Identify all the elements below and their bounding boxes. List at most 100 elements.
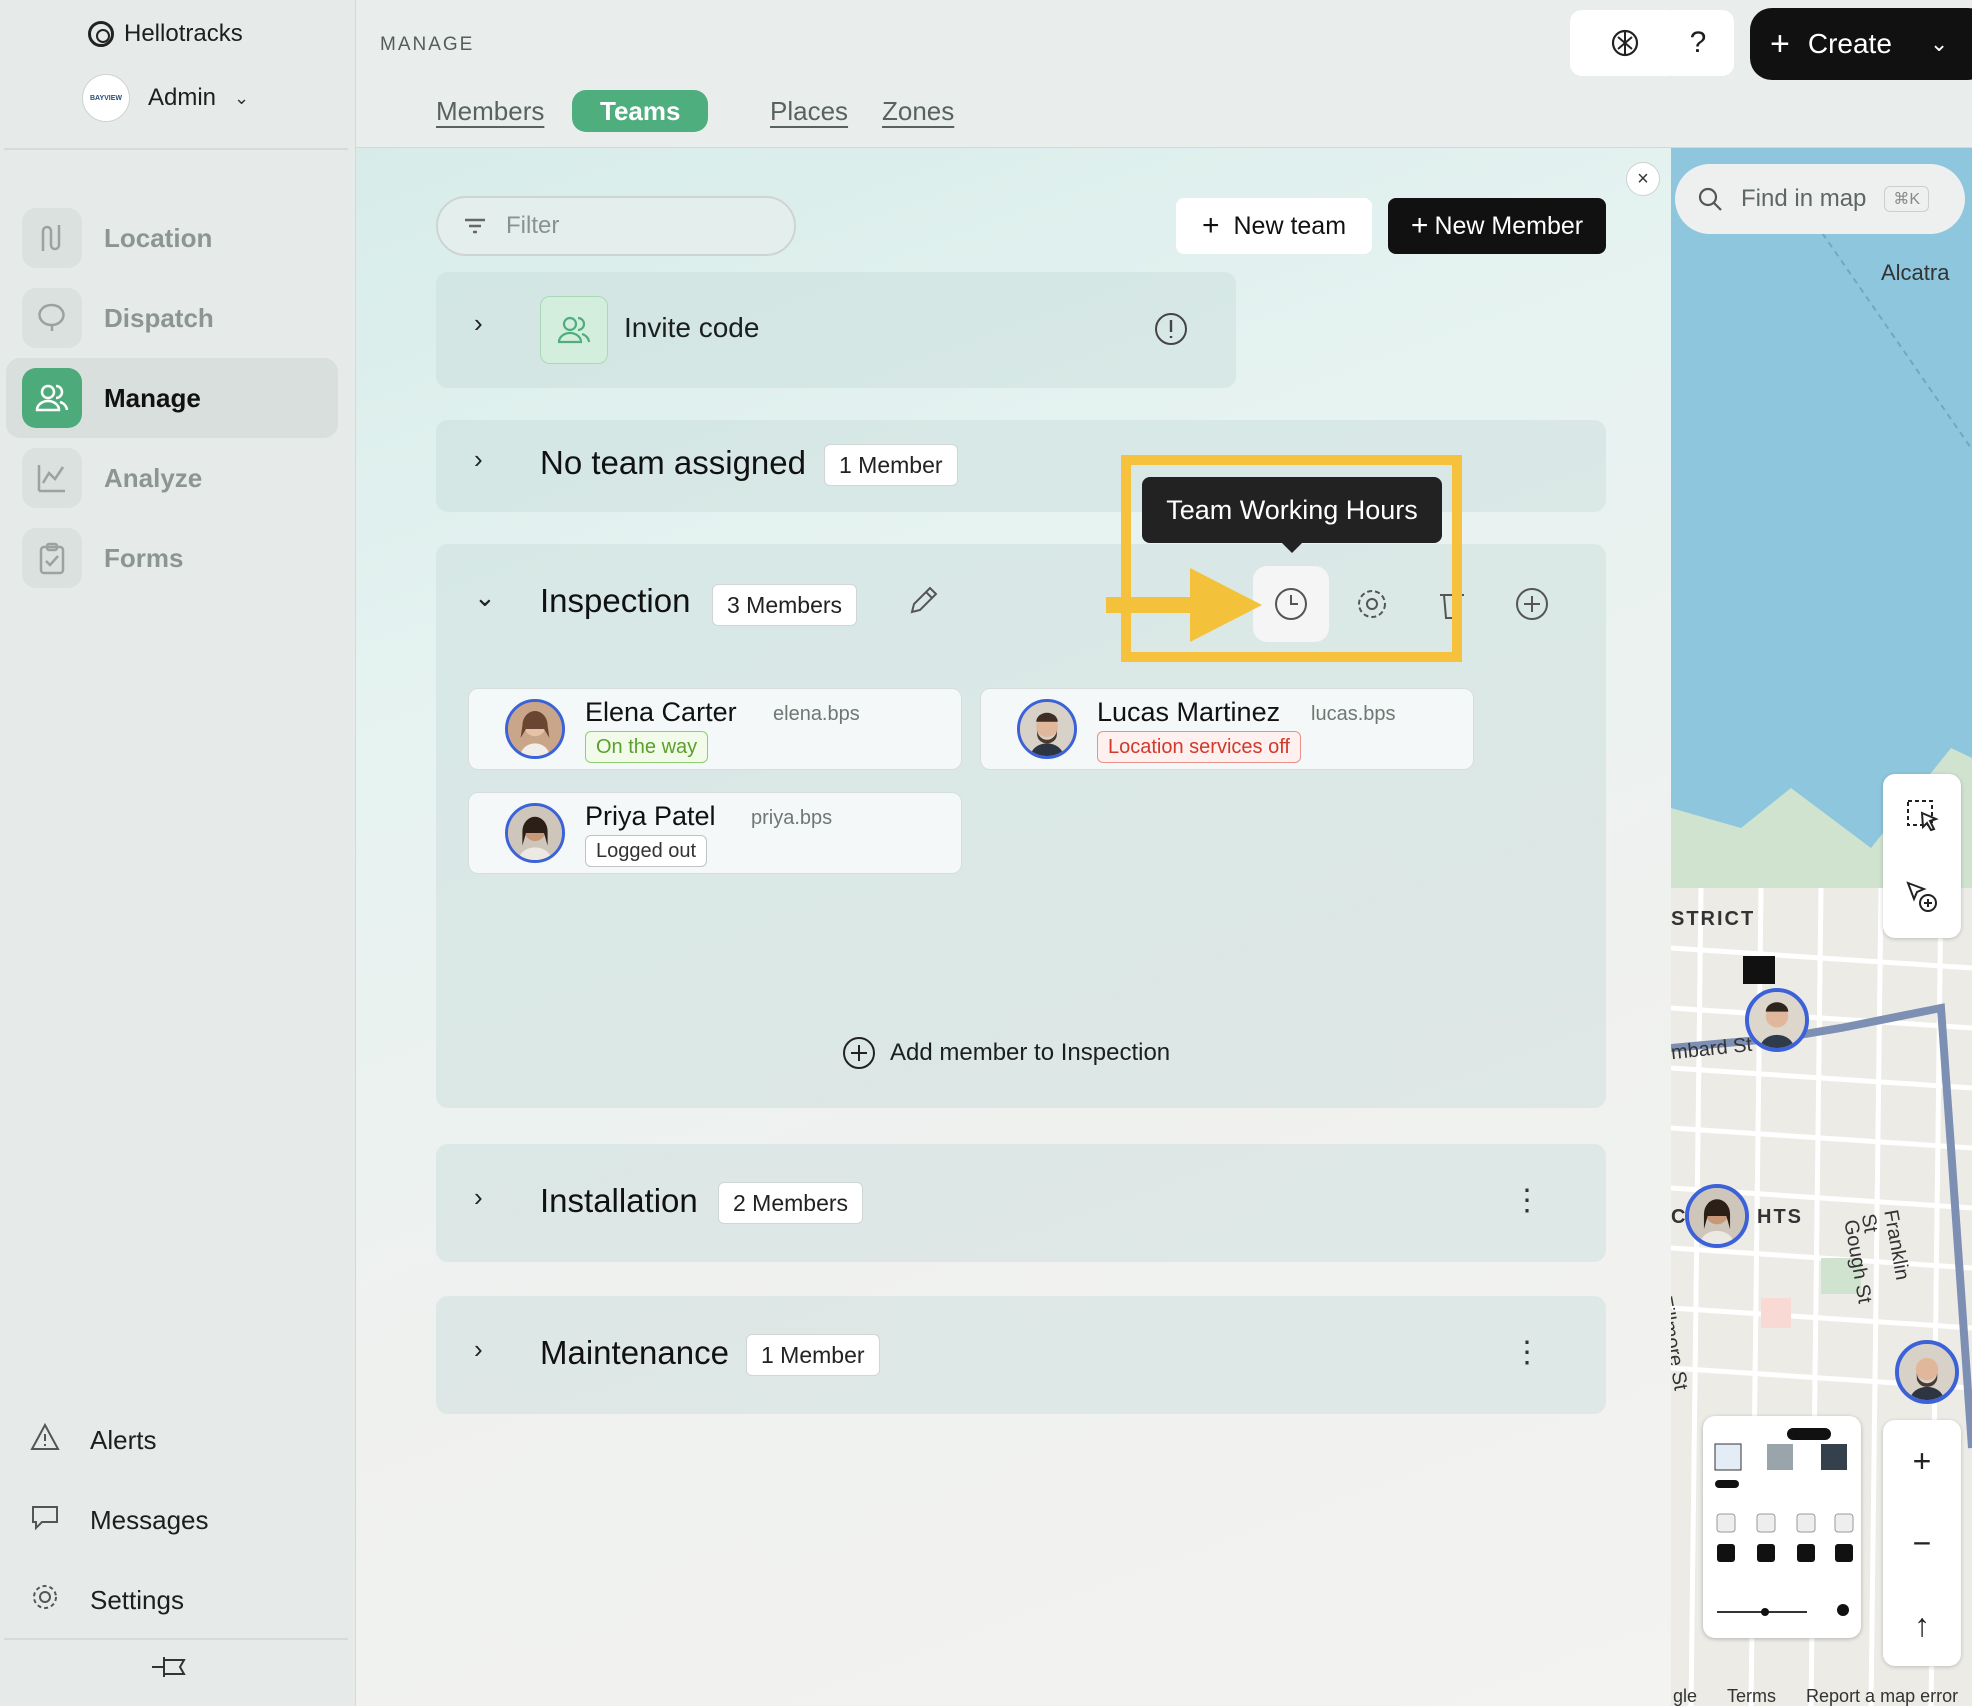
brand-name: Hellotracks (124, 20, 243, 47)
zoom-in-button[interactable]: + (1883, 1420, 1961, 1502)
member-name: Priya Patel (585, 801, 716, 831)
search-icon (1698, 187, 1722, 211)
org-logo-text: BAYVIEW (89, 94, 123, 102)
new-member-label: New Member (1434, 211, 1584, 240)
plus-icon: + (1410, 209, 1429, 242)
close-icon: × (1637, 167, 1649, 190)
map-search-placeholder: Find in map (1741, 185, 1867, 212)
plus-circle-icon (1516, 588, 1548, 620)
member-count-badge: 1 Member (746, 1334, 880, 1376)
member-card-elena[interactable]: Elena Carter elena.bps On the way (468, 688, 962, 770)
member-name: Elena Carter (585, 697, 737, 727)
invite-code-card[interactable]: › Invite code (436, 272, 1236, 388)
create-button[interactable]: + Create ⌄ (1750, 8, 1972, 80)
team-name: No team assigned (540, 444, 806, 481)
arrow-up-icon: ↑ (1914, 1606, 1930, 1643)
sidebar-item-messages[interactable]: Messages (30, 1502, 209, 1539)
chevron-down-icon: ⌄ (1929, 31, 1949, 56)
chevron-down-icon: ⌄ (234, 87, 250, 108)
help-button[interactable]: ? (1662, 10, 1734, 76)
select-area-button[interactable] (1883, 774, 1961, 856)
minus-icon: − (1912, 1524, 1932, 1561)
avatar (505, 803, 565, 863)
member-username: elena.bps (773, 703, 860, 725)
plus-circle-icon (843, 1037, 875, 1069)
tab-members[interactable]: Members (408, 90, 572, 132)
account-switcher[interactable]: BAYVIEW Admin ⌄ (82, 74, 249, 122)
tooltip: Team Working Hours (1142, 477, 1442, 553)
sidebar-item-settings[interactable]: Settings (30, 1582, 184, 1619)
new-team-button[interactable]: + New team (1176, 198, 1372, 254)
org-avatar: BAYVIEW (82, 74, 130, 122)
terms-link[interactable]: Terms (1727, 1686, 1776, 1706)
sidebar-item-label: Dispatch (104, 302, 214, 333)
member-card-priya[interactable]: Priya Patel priya.bps Logged out (468, 792, 962, 874)
map-member-pin[interactable] (1685, 1184, 1749, 1248)
sidebar: Hellotracks BAYVIEW Admin ⌄ Location Dis… (0, 0, 356, 1706)
status-badge: Logged out (585, 835, 708, 867)
chevron-right-icon[interactable]: › (474, 1334, 483, 1365)
top-header: MANAGE Members Teams Places Zones ? + Cr… (356, 0, 1972, 148)
invite-code-label: Invite code (624, 312, 760, 343)
account-name: Admin (148, 84, 217, 111)
tab-zones[interactable]: Zones (854, 90, 982, 132)
team-card-installation[interactable]: › Installation 2 Members ⋮ (436, 1144, 1606, 1262)
member-count-badge: 2 Members (718, 1182, 864, 1224)
member-card-lucas[interactable]: Lucas Martinez lucas.bps Location servic… (980, 688, 1474, 770)
sidebar-item-dispatch[interactable]: Dispatch (6, 278, 338, 358)
map-label: HTS (1757, 1206, 1803, 1228)
member-count-badge: 3 Members (712, 584, 858, 626)
sidebar-item-forms[interactable]: Forms (6, 518, 338, 598)
map-member-pin[interactable] (1745, 988, 1809, 1052)
close-panel-button[interactable]: × (1626, 162, 1660, 196)
chevron-right-icon[interactable]: › (474, 1182, 483, 1213)
edit-pencil-icon[interactable] (906, 584, 940, 623)
team-name: Inspection (540, 582, 691, 619)
team-users-icon (540, 296, 608, 364)
add-to-team-button[interactable] (1494, 566, 1570, 642)
chevron-right-icon[interactable]: › (474, 308, 483, 339)
brand[interactable]: Hellotracks (88, 20, 243, 48)
tab-teams[interactable]: Teams (572, 90, 709, 132)
warning-icon (30, 1422, 60, 1459)
zoom-controls: + − ↑ (1883, 1420, 1961, 1666)
filter-input[interactable]: Filter (436, 196, 796, 256)
chevron-right-icon[interactable]: › (474, 444, 483, 475)
pin-sidebar-button[interactable] (150, 1652, 190, 1687)
report-map-error-link[interactable]: Report a map error (1806, 1686, 1958, 1706)
filter-icon (465, 218, 485, 234)
annotation-arrow (1106, 597, 1196, 613)
chevron-down-icon[interactable]: ⌄ (474, 582, 496, 613)
pin-icon (152, 1657, 186, 1677)
map-member-pin[interactable] (1895, 1340, 1959, 1404)
reset-north-button[interactable]: ↑ (1883, 1584, 1961, 1666)
zoom-out-button[interactable]: − (1883, 1502, 1961, 1584)
add-member-button[interactable]: Add member to Inspection (842, 1036, 1170, 1070)
status-badge: On the way (585, 731, 709, 763)
sidebar-item-analyze[interactable]: Analyze (6, 438, 338, 518)
sidebar-item-alerts[interactable]: Alerts (30, 1422, 156, 1459)
plus-icon: + (1201, 209, 1220, 242)
member-username: priya.bps (751, 807, 833, 829)
member-username: lucas.bps (1311, 703, 1396, 725)
more-options-icon[interactable]: ⋮ (1512, 1338, 1542, 1368)
add-member-label: Add member to Inspection (890, 1039, 1171, 1066)
info-icon[interactable] (1154, 312, 1188, 351)
team-name: Installation (540, 1182, 698, 1219)
plus-icon: + (1770, 24, 1790, 63)
map-label: C (1671, 1206, 1686, 1228)
more-options-icon[interactable]: ⋮ (1512, 1186, 1542, 1216)
map[interactable]: Find in map ⌘K Alcatra STRICT mbard St C… (1671, 148, 1972, 1706)
new-member-button[interactable]: + New Member (1388, 198, 1606, 254)
cursor-plus-icon (1906, 881, 1937, 912)
add-point-button[interactable] (1883, 856, 1961, 938)
map-layers-thumbnail[interactable] (1703, 1416, 1861, 1638)
create-label: Create (1807, 28, 1892, 59)
team-card-maintenance[interactable]: › Maintenance 1 Member ⋮ (436, 1296, 1606, 1414)
sidebar-item-manage[interactable]: Manage (6, 358, 338, 438)
attribution-google: gle (1673, 1686, 1698, 1706)
map-search-input[interactable]: Find in map ⌘K (1675, 164, 1965, 234)
sidebar-item-location[interactable]: Location (6, 198, 338, 278)
chat-icon (30, 1502, 60, 1539)
map-attribution: gle Terms Report a map error (1671, 1686, 1972, 1706)
